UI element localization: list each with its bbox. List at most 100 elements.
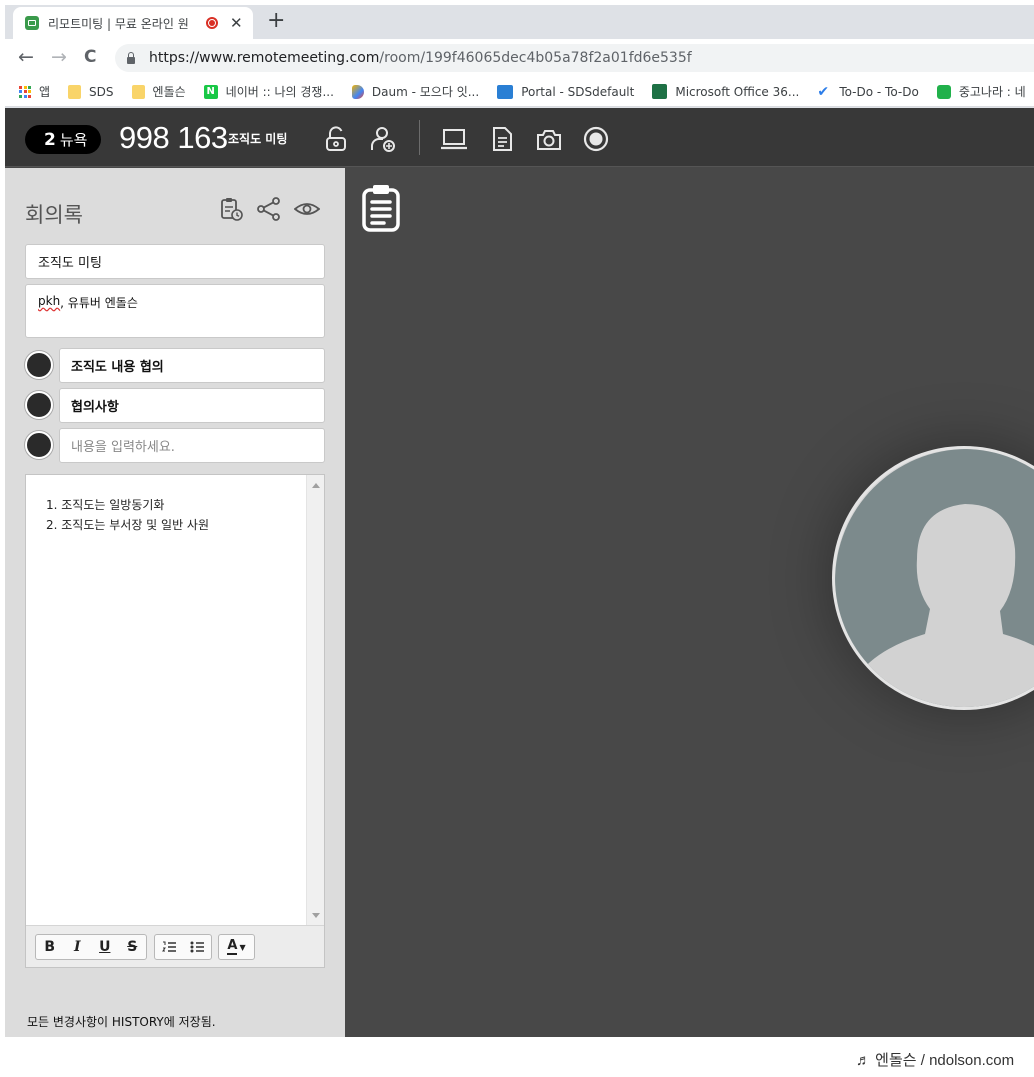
underline-button[interactable]: U: [91, 935, 119, 959]
strikethrough-button[interactable]: S: [119, 935, 147, 959]
bullet-list-icon: [190, 941, 204, 953]
bullet-list-button[interactable]: [183, 935, 211, 959]
document-icon[interactable]: [488, 125, 516, 153]
ordered-list-button[interactable]: [155, 935, 183, 959]
bookmark-office[interactable]: Microsoft Office 36...: [652, 84, 799, 99]
save-status: 모든 변경사항이 HISTORY에 저장됨.: [27, 1015, 216, 1029]
bookmark-label: Microsoft Office 36...: [675, 84, 800, 99]
scroll-down-icon[interactable]: [312, 913, 320, 918]
bookmark-ndolson[interactable]: 엔돌슨: [131, 83, 186, 100]
bookmark-label: To-Do - To-Do: [839, 84, 919, 99]
browser-window: 리모트미팅 | 무료 온라인 원 ✕ + ← → C https://www.r…: [5, 5, 1034, 1037]
bookmark-label: 엔돌슨: [152, 85, 186, 99]
text-style-group: B I U S: [35, 934, 147, 960]
agenda-item-input[interactable]: 협의사항: [59, 388, 325, 423]
lock-icon: [127, 51, 135, 64]
minutes-panel: 회의록 조직도 미팅 pkh, 유튜버 엔돌슨 조직도 내용 협의 협의사항 내…: [5, 168, 345, 1037]
bookmark-portal[interactable]: Portal - SDSdefault: [497, 84, 635, 99]
bold-button[interactable]: B: [36, 935, 64, 959]
office-icon: [652, 84, 668, 99]
blog-watermark: ♬ 엔돌슨 / ndolson.com: [856, 1052, 1015, 1069]
screen-share-icon[interactable]: [440, 125, 468, 153]
default-user-icon: [835, 449, 1034, 707]
joonggo-icon: [936, 84, 951, 99]
room-number: 998 163: [119, 120, 228, 155]
bookmark-sds[interactable]: SDS: [68, 84, 114, 99]
text-color-button[interactable]: A ▼: [219, 935, 254, 959]
bookmark-todo[interactable]: ✔ To-Do - To-Do: [817, 85, 919, 99]
share-icon[interactable]: [256, 196, 282, 222]
bookmark-label: Portal - SDSdefault: [521, 84, 635, 99]
url-path: /room/199f46065dec4b05a78f2a01fd6e535f: [379, 50, 692, 66]
back-button[interactable]: ←: [18, 46, 34, 68]
agenda-bullet[interactable]: [25, 431, 53, 459]
participant-avatar[interactable]: [832, 446, 1034, 710]
participant-name-misspelled: pkh: [38, 294, 61, 308]
participants-badge[interactable]: 2 뉴욕: [25, 125, 102, 154]
portal-icon: [497, 84, 514, 99]
editor-line: 1. 조직도는 일방동기화: [46, 498, 165, 512]
participant-location: 뉴욕: [59, 131, 88, 149]
remotemeeting-favicon-icon: [25, 16, 39, 30]
participants-field[interactable]: pkh, 유튜버 엔돌슨: [25, 284, 325, 338]
participant-names: , 유튜버 엔돌슨: [60, 296, 138, 310]
invite-user-icon[interactable]: [369, 125, 397, 153]
daum-icon: [351, 84, 364, 99]
bookmark-naver[interactable]: N 네이버 :: 나의 경쟁...: [203, 83, 334, 100]
bookmark-daum[interactable]: Daum - 모으다 잇...: [351, 83, 480, 100]
minutes-editor[interactable]: 1. 조직도는 일방동기화 2. 조직도는 부서장 및 일반 사원 B I U …: [25, 474, 325, 968]
remote-meeting-app: 2 뉴욕 998 163 조직도 미팅 회의록 조직도 미팅 pkh , 유튜버…: [5, 108, 1034, 1037]
editor-content[interactable]: 1. 조직도는 일방동기화 2. 조직도는 부서장 및 일반 사원: [26, 475, 307, 926]
forward-button[interactable]: →: [51, 46, 67, 68]
bookmark-label: 네이버 :: 나의 경쟁...: [225, 85, 334, 99]
video-stage: [345, 168, 1034, 1037]
participant-count: 2: [44, 129, 56, 150]
text-color-label: A: [227, 938, 238, 955]
tab-strip: 리모트미팅 | 무료 온라인 원 ✕ +: [5, 5, 1034, 39]
browser-tab[interactable]: 리모트미팅 | 무료 온라인 원 ✕: [13, 7, 253, 39]
bookmark-label: 중고나라 : 네: [958, 85, 1026, 99]
record-icon[interactable]: [582, 125, 610, 153]
meeting-title-field[interactable]: 조직도 미팅: [25, 244, 325, 279]
minutes-clipboard-icon[interactable]: [361, 184, 401, 232]
agenda-bullet[interactable]: [25, 391, 53, 419]
agenda-item-input[interactable]: 조직도 내용 협의: [59, 348, 325, 383]
bookmark-joonggonara[interactable]: 중고나라 : 네: [936, 83, 1026, 100]
ordered-list-icon: [162, 941, 176, 952]
reload-button[interactable]: C: [84, 46, 96, 68]
toolbar-divider: [419, 120, 420, 155]
unlock-icon[interactable]: [322, 125, 350, 153]
bookmark-label: SDS: [89, 84, 114, 99]
meeting-top-bar: 2 뉴욕 998 163 조직도 미팅: [5, 108, 1034, 167]
panel-title: 회의록: [25, 203, 83, 227]
close-tab-icon[interactable]: ✕: [230, 14, 243, 32]
scroll-up-icon[interactable]: [312, 483, 320, 488]
url-text: https://www.remotemeeting.com/room/199f4…: [149, 50, 692, 66]
tab-title: 리모트미팅 | 무료 온라인 원: [48, 16, 189, 31]
italic-button[interactable]: I: [64, 935, 92, 959]
bookmarks-bar: 앱 SDS 엔돌슨 N 네이버 :: 나의 경쟁... Daum - 모으다 잇…: [5, 77, 1034, 107]
bookmark-label: 앱: [39, 85, 51, 99]
room-name: 조직도 미팅: [228, 132, 288, 146]
eye-icon[interactable]: [294, 196, 320, 222]
apps-grid-icon: [19, 85, 31, 98]
agenda-new-item-input[interactable]: 내용을 입력하세요.: [59, 428, 325, 463]
chevron-down-icon: ▼: [239, 942, 246, 952]
bookmark-label: Daum - 모으다 잇...: [371, 85, 480, 99]
editor-line: 2. 조직도는 부서장 및 일반 사원: [46, 518, 210, 532]
address-bar[interactable]: https://www.remotemeeting.com/room/199f4…: [115, 44, 1034, 72]
text-color-group: A ▼: [218, 934, 255, 960]
format-toolbar: B I U S A ▼: [26, 925, 324, 967]
naver-icon: N: [203, 84, 218, 99]
agenda-bullet[interactable]: [25, 351, 53, 379]
url-host: https://www.remotemeeting.com: [149, 50, 380, 66]
clipboard-history-icon[interactable]: [218, 196, 244, 222]
new-tab-button[interactable]: +: [267, 10, 285, 32]
camera-icon[interactable]: [535, 125, 563, 153]
recording-indicator-icon: [206, 17, 218, 29]
list-group: [154, 934, 212, 960]
folder-icon: [68, 84, 82, 99]
check-icon: ✔: [817, 83, 830, 100]
editor-scrollbar[interactable]: [306, 475, 324, 926]
bookmark-apps[interactable]: 앱: [19, 83, 50, 100]
